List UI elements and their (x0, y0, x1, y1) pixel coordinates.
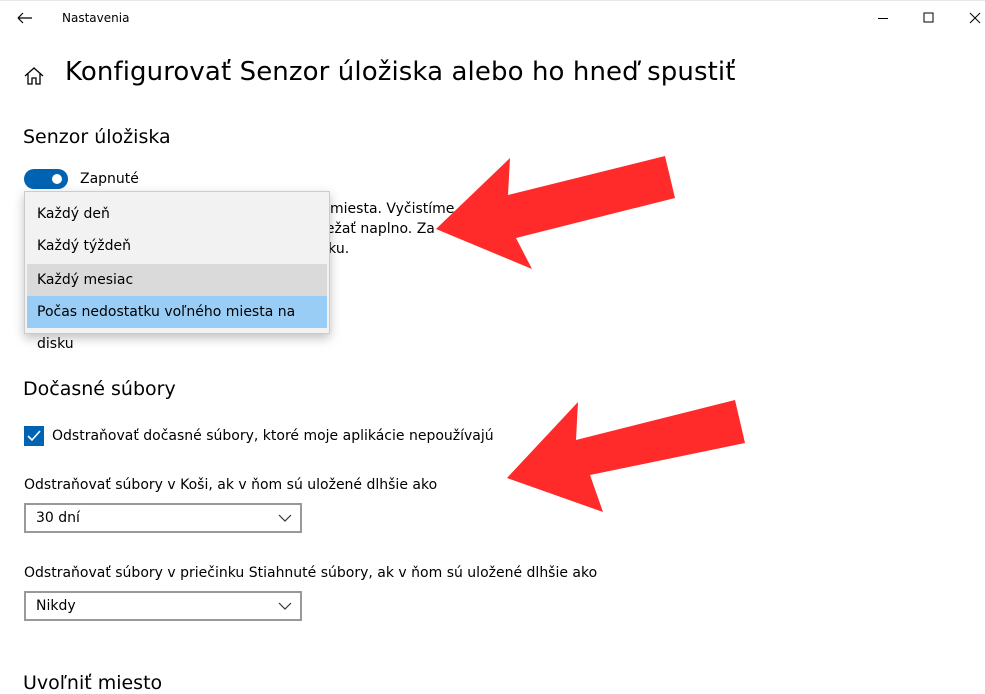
option-every-day[interactable]: Každý deň (27, 198, 327, 230)
title-bar: Nastavenia (0, 0, 985, 36)
page-title: Konfigurovať Senzor úložiska alebo ho hn… (65, 57, 736, 87)
run-frequency-dropdown: Každý deň Každý týždeň Každý mesiac Poča… (24, 191, 330, 352)
close-icon (969, 12, 981, 24)
app-title: Nastavenia (62, 11, 130, 25)
storage-sense-toggle[interactable] (24, 169, 68, 189)
option-every-month[interactable]: Každý mesiac (27, 264, 327, 296)
temp-files-heading: Dočasné súbory (23, 378, 176, 400)
home-button[interactable] (22, 64, 46, 88)
checkmark-icon (27, 430, 41, 442)
free-space-heading: Uvoľniť miesto (23, 672, 163, 694)
option-every-week[interactable]: Každý týždeň (27, 230, 327, 262)
toggle-knob (52, 174, 62, 184)
chevron-down-icon (278, 602, 292, 610)
annotation-arrow-icon (436, 156, 675, 269)
storage-sense-heading: Senzor úložiska (23, 126, 171, 148)
toggle-label: Zapnuté (80, 171, 139, 187)
arrow-left-icon (17, 12, 32, 24)
minimize-button[interactable] (860, 4, 906, 32)
downloads-select[interactable]: Nikdy (24, 591, 302, 621)
downloads-value: Nikdy (36, 598, 76, 614)
annotation-arrow-icon (507, 400, 745, 512)
home-icon (24, 67, 44, 85)
maximize-icon (923, 12, 934, 23)
chevron-down-icon (278, 514, 292, 522)
delete-temp-files-label: Odstraňovať dočasné súbory, ktoré moje a… (52, 428, 494, 444)
close-button[interactable] (952, 4, 985, 32)
recycle-bin-select[interactable]: 30 dní (24, 503, 302, 533)
description-line-2: bežať naplno. Za (317, 221, 435, 237)
downloads-label: Odstraňovať súbory v priečinku Stiahnuté… (24, 565, 598, 581)
recycle-bin-label: Odstraňovať súbory v Koši, ak v ňom sú u… (24, 477, 438, 493)
maximize-button[interactable] (906, 4, 952, 32)
option-low-disk-space[interactable]: Počas nedostatku voľného miesta na disku (27, 296, 327, 352)
delete-temp-files-checkbox[interactable] (24, 426, 44, 446)
back-button[interactable] (10, 6, 38, 30)
recycle-bin-value: 30 dní (36, 510, 80, 526)
minimize-icon (878, 18, 888, 19)
